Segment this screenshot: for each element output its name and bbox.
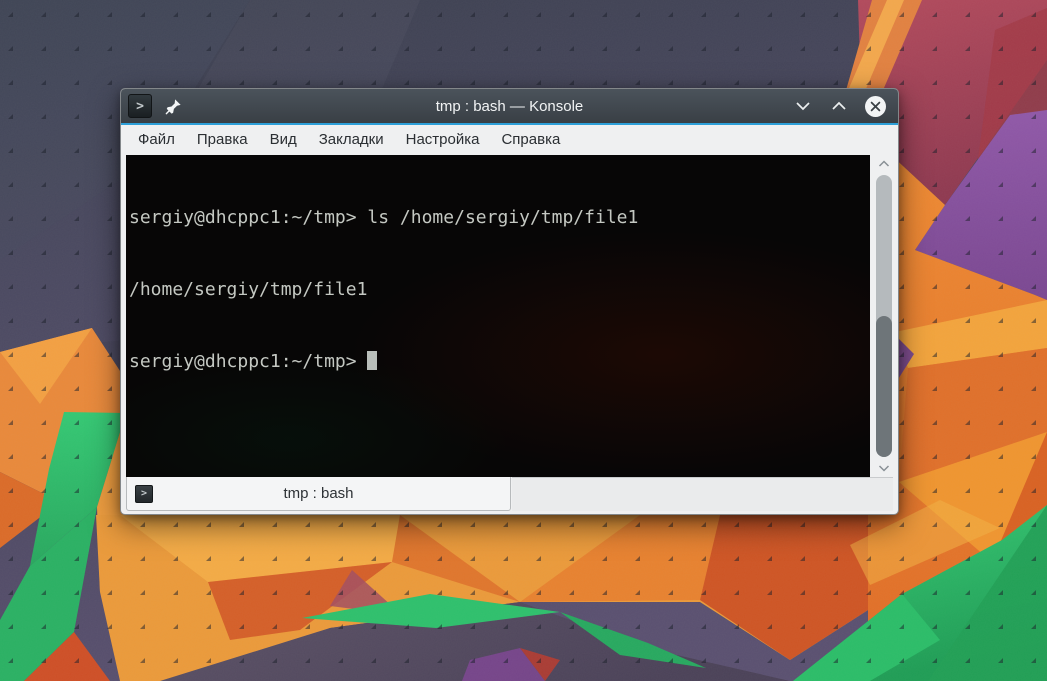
tab-label: tmp : bash [283, 485, 354, 502]
terminal-view: sergiy@dhcppc1:~/tmp> ls /home/sergiy/tmp… [121, 155, 898, 477]
terminal-cursor [367, 351, 378, 370]
konsole-app-icon[interactable]: > [128, 94, 152, 118]
menu-item-file[interactable]: Файл [127, 125, 186, 155]
scrollbar-track[interactable] [876, 175, 892, 457]
tab-tmp-bash[interactable]: > tmp : bash [126, 477, 511, 511]
window-title: tmp : bash — Konsole [435, 97, 584, 115]
titlebar[interactable]: > tmp : bash — Konsole [121, 89, 898, 125]
close-icon [864, 95, 887, 118]
konsole-window: > tmp : bash — Konsole Файл Правка Вид З… [120, 88, 899, 515]
terminal-prompt-glyph: > [136, 98, 144, 114]
menu-item-settings[interactable]: Настройка [395, 125, 491, 155]
close-button[interactable] [864, 95, 886, 117]
chevron-down-icon [795, 101, 811, 111]
scrollbar[interactable] [870, 155, 898, 477]
desktop: > tmp : bash — Konsole Файл Правка Вид З… [0, 0, 1047, 681]
command-output: /home/sergiy/tmp/file1 [129, 279, 368, 300]
minimize-button[interactable] [792, 95, 814, 117]
terminal-line-2: /home/sergiy/tmp/file1 [129, 278, 870, 302]
terminal-line-3: sergiy@dhcppc1:~/tmp> [129, 350, 870, 374]
shell-prompt: sergiy@dhcppc1:~/tmp> [129, 351, 357, 372]
tabbar: > tmp : bash [121, 477, 898, 514]
scrollbar-thumb[interactable] [876, 316, 892, 457]
pin-icon[interactable] [164, 97, 183, 116]
shell-command: ls /home/sergiy/tmp/file1 [367, 207, 639, 228]
menubar: Файл Правка Вид Закладки Настройка Справ… [121, 125, 898, 155]
chevron-up-icon [831, 101, 847, 111]
terminal-area[interactable]: sergiy@dhcppc1:~/tmp> ls /home/sergiy/tmp… [126, 155, 870, 477]
menu-item-bookmarks[interactable]: Закладки [308, 125, 395, 155]
tabbar-empty-space[interactable] [512, 477, 893, 511]
scroll-down-icon[interactable] [878, 464, 890, 472]
shell-prompt: sergiy@dhcppc1:~/tmp> [129, 207, 357, 228]
menu-item-view[interactable]: Вид [259, 125, 308, 155]
terminal-line-1: sergiy@dhcppc1:~/tmp> ls /home/sergiy/tmp… [129, 206, 870, 230]
scroll-up-icon[interactable] [878, 160, 890, 168]
menu-item-help[interactable]: Справка [490, 125, 571, 155]
maximize-button[interactable] [828, 95, 850, 117]
menu-item-edit[interactable]: Правка [186, 125, 259, 155]
